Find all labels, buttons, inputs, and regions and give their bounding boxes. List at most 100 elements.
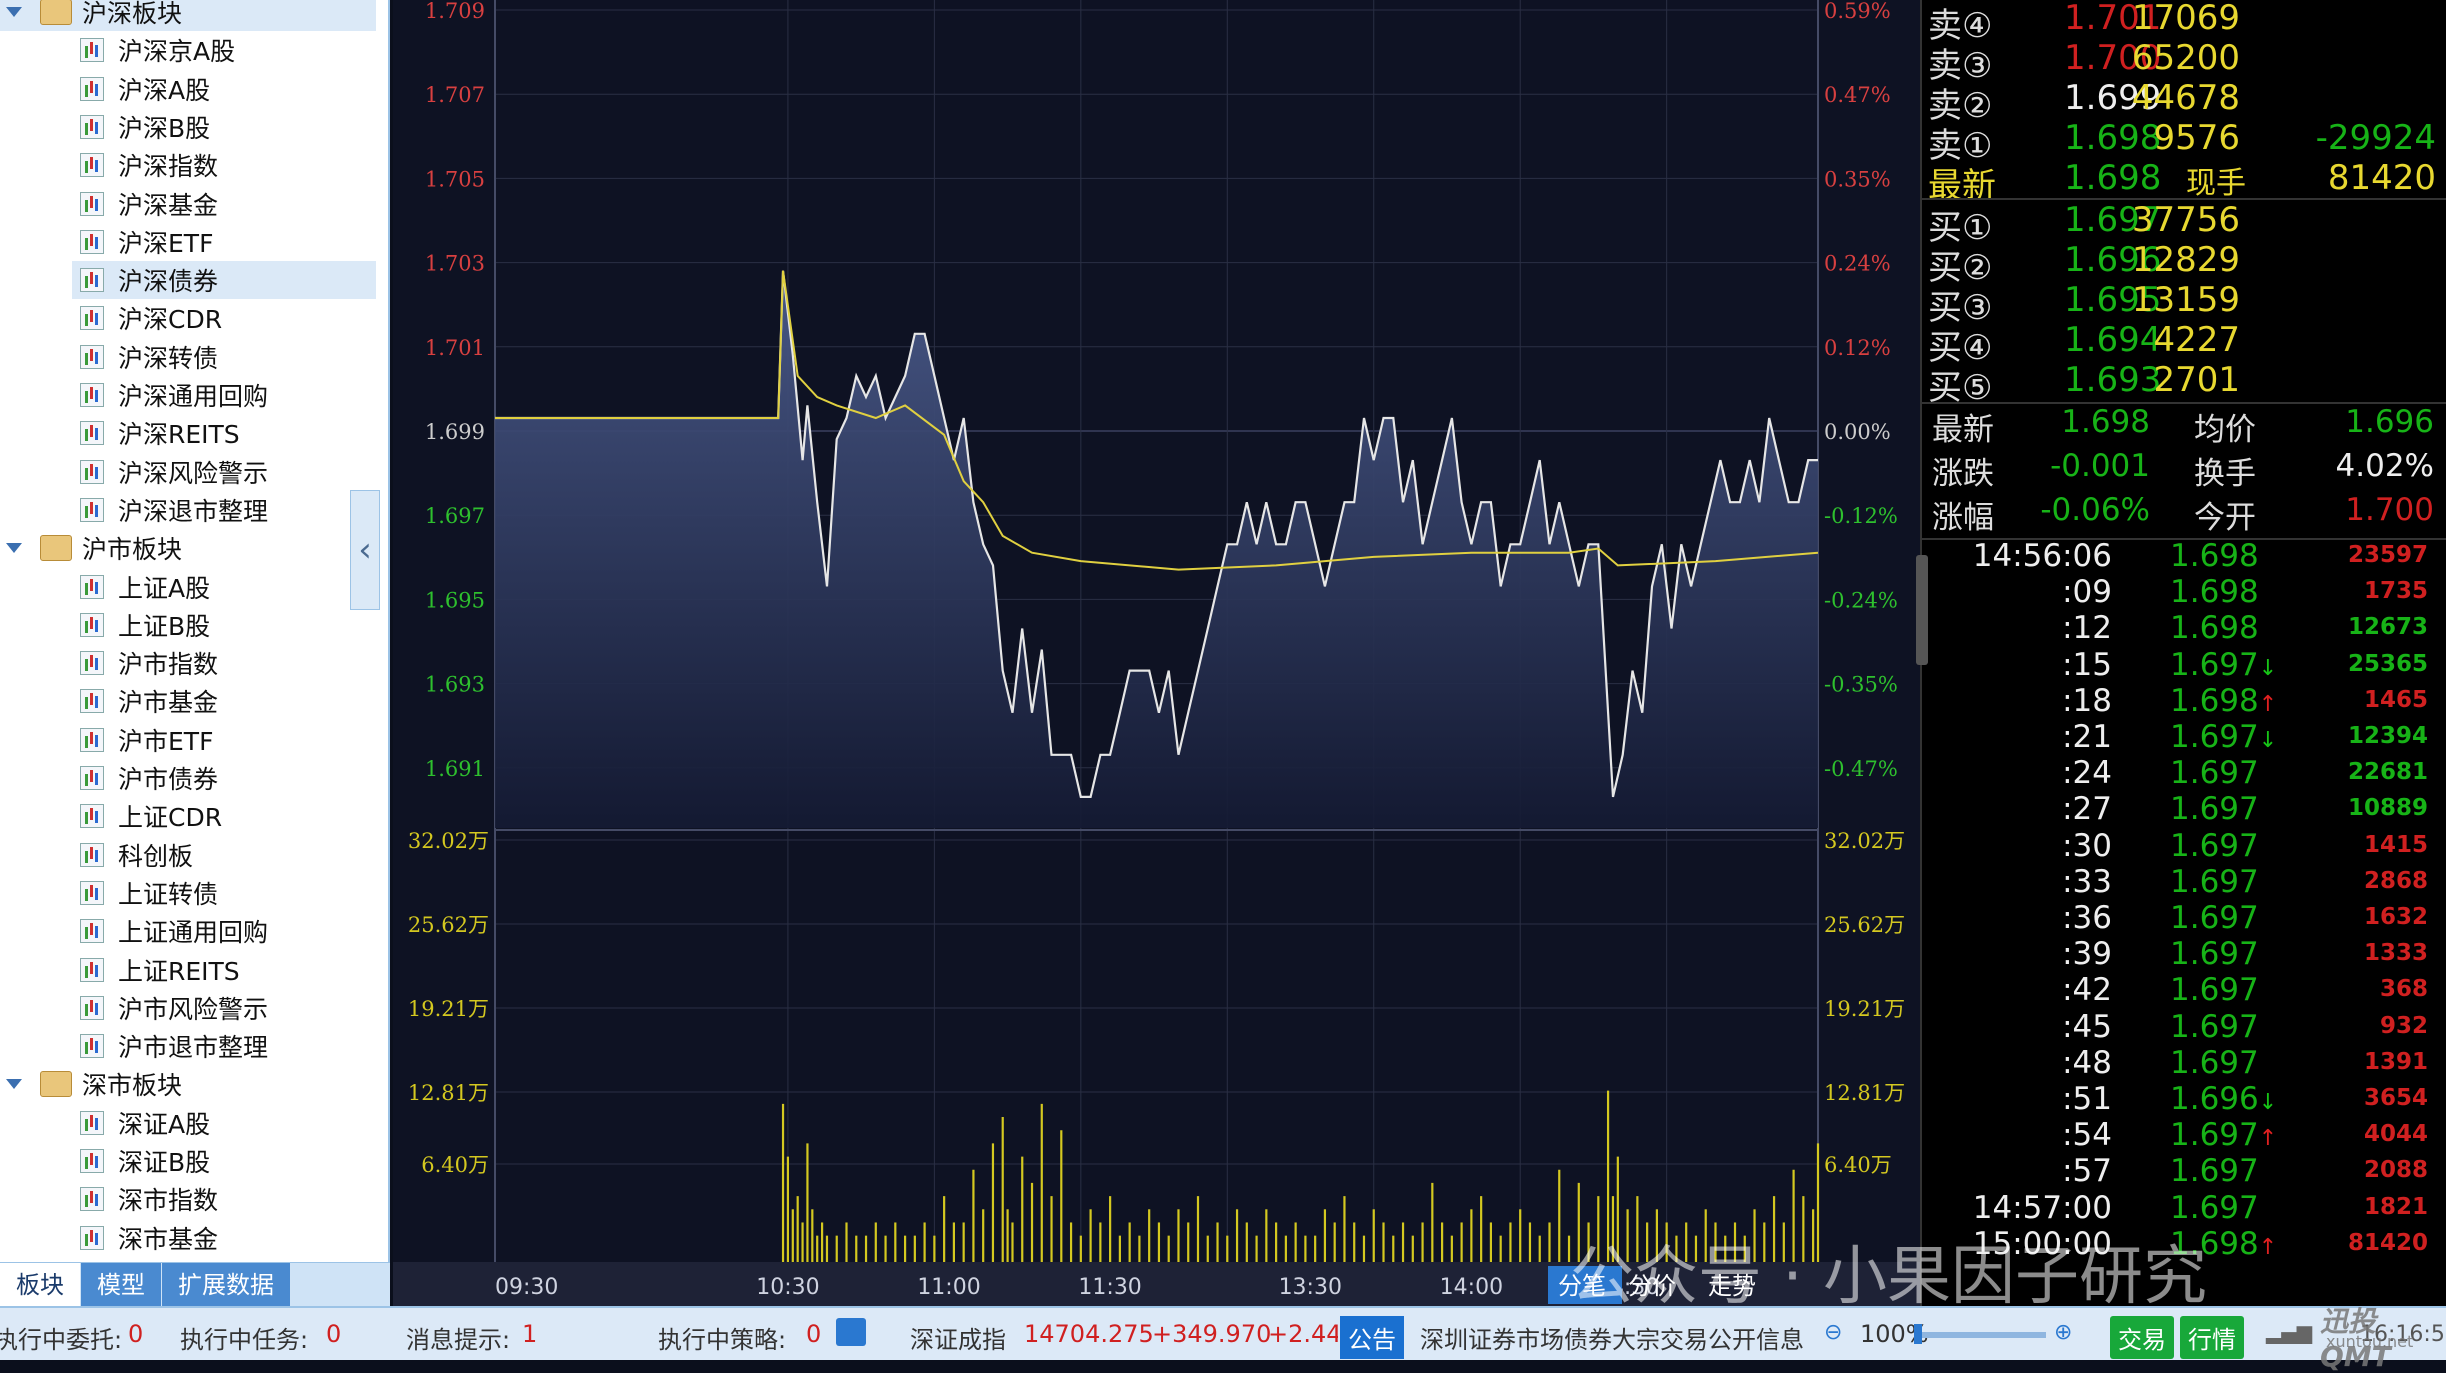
volume-tick-label: 19.21万 <box>408 997 489 1021</box>
zoom-slider-thumb[interactable] <box>1914 1324 1922 1344</box>
tick-price: 1.698 <box>2170 538 2259 574</box>
trade-button[interactable]: 交易 <box>2110 1316 2174 1359</box>
tree-label: 沪深A股 <box>118 75 211 105</box>
tree-item[interactable]: 沪深退市整理 <box>72 491 376 529</box>
time-tick-label: 10:30 <box>756 1275 819 1300</box>
tree-item[interactable]: 深市指数 <box>72 1180 376 1218</box>
tree-item[interactable]: 上证A股 <box>72 568 376 606</box>
tree-item[interactable]: 深证B股 <box>72 1142 376 1180</box>
arrow-up-icon: ↑ <box>2258 691 2278 717</box>
tree-label: 沪市基金 <box>118 688 219 718</box>
bid-volume: 12829 <box>2131 240 2240 280</box>
chart-file-icon <box>80 842 104 867</box>
zoom-out-icon[interactable]: ⊖ <box>1824 1320 1842 1345</box>
price-tick-label: 1.697 <box>425 504 485 528</box>
volume-tick-label: 25.62万 <box>1824 913 1905 937</box>
tree-item[interactable]: 深市基金 <box>72 1219 376 1257</box>
left-tab[interactable]: 板块 <box>0 1263 81 1307</box>
tick-price: 1.697↓ <box>2170 646 2278 683</box>
expand-toggle-icon[interactable] <box>6 1079 22 1090</box>
tree-item[interactable]: 沪市退市整理 <box>72 1027 376 1065</box>
tick-price: 1.697↓ <box>2170 719 2278 755</box>
tree-item[interactable]: 沪市ETF <box>72 721 376 759</box>
tick-price: 1.697 <box>2170 755 2259 792</box>
tree-item[interactable]: 沪深指数 <box>72 146 376 184</box>
bid-price: 1.694 <box>2064 320 2162 360</box>
quote-button[interactable]: 行情 <box>2180 1316 2244 1359</box>
time-tick-label: 11:30 <box>1078 1275 1141 1300</box>
tree-item[interactable]: 上证转债 <box>72 874 376 912</box>
tree-item[interactable]: 科创板 <box>72 836 376 874</box>
current-hand-value: 81420 <box>2327 158 2436 198</box>
tree-item[interactable]: 沪市风险警示 <box>72 989 376 1027</box>
tree-item[interactable]: 沪市债券 <box>72 759 376 797</box>
tree-item[interactable]: 沪深债券 <box>72 261 376 300</box>
side-handle[interactable] <box>1916 555 1928 665</box>
tree-item[interactable]: 上证通用回购 <box>72 912 376 950</box>
tree-label: 沪深B股 <box>118 113 211 143</box>
notice-button[interactable]: 公告 <box>1340 1316 1404 1359</box>
tree-item[interactable]: 沪深CDR <box>72 299 376 337</box>
tree-item[interactable]: 上证REITS <box>72 951 376 989</box>
tree-item[interactable]: 沪深转债 <box>72 338 376 376</box>
stat-label: 最新 <box>1932 412 1994 448</box>
tick-time: :42 <box>2062 972 2112 1009</box>
tree-item[interactable]: 沪深A股 <box>72 70 376 108</box>
orders-label: 执行中委托: <box>0 1326 123 1354</box>
zoom-in-icon[interactable]: ⊕ <box>2054 1320 2072 1345</box>
bid-volume: 37756 <box>2131 200 2240 240</box>
strategy-label: 执行中策略: <box>658 1326 787 1354</box>
price-tick-label: 1.699 <box>425 420 485 444</box>
bid-volume: 4227 <box>2153 320 2240 360</box>
volume-tick-label: 25.62万 <box>408 913 489 937</box>
tree-item[interactable]: 沪深基金 <box>72 185 376 223</box>
tree-item[interactable]: 沪深ETF <box>72 223 376 261</box>
index-change: +349.970 <box>1152 1320 1272 1348</box>
chart-file-icon <box>80 383 104 407</box>
left-tab[interactable]: 模型 <box>81 1263 162 1307</box>
tree-item[interactable]: 深证A股 <box>72 1104 376 1142</box>
expand-toggle-icon[interactable] <box>6 7 22 17</box>
tree-item[interactable]: 沪深京A股 <box>72 31 376 69</box>
tree-item[interactable]: 上证B股 <box>72 606 376 644</box>
folder-icon <box>40 535 72 562</box>
tree-label: 沪市板块 <box>82 535 183 565</box>
notice-text[interactable]: 深圳证券市场债券大宗交易公开信息 <box>1420 1320 1804 1355</box>
chart-file-icon <box>80 1149 104 1173</box>
pct-tick-label: 0.24% <box>1824 252 1891 276</box>
tick-time: :21 <box>2062 719 2112 755</box>
msg-count[interactable]: 1 <box>522 1320 537 1348</box>
tick-volume: 12673 <box>2347 614 2428 641</box>
tree-group[interactable]: 沪市板块 <box>0 529 380 567</box>
tick-volume: 2088 <box>2363 1157 2428 1184</box>
expand-toggle-icon[interactable] <box>6 543 22 554</box>
chart-file-icon <box>80 766 104 790</box>
tick-volume: 25365 <box>2347 650 2428 677</box>
tree-item[interactable]: 沪深风险警示 <box>72 453 376 491</box>
mail-icon[interactable] <box>836 1318 866 1346</box>
bid-volume: 13159 <box>2131 280 2240 320</box>
tree-label: 上证B股 <box>118 611 211 641</box>
tick-price: 1.697 <box>2170 1044 2259 1081</box>
chart-file-icon <box>80 229 104 254</box>
tree-group[interactable]: 深市板块 <box>0 1065 380 1103</box>
chevron-left-icon: ‹ <box>358 530 372 570</box>
left-tab[interactable]: 扩展数据 <box>162 1263 291 1307</box>
folder-icon <box>40 0 72 25</box>
zoom-slider[interactable] <box>1916 1332 2046 1338</box>
tree-item[interactable]: 沪深B股 <box>72 108 376 146</box>
tick-volume: 1465 <box>2363 686 2428 713</box>
chart-svg: 1.709 1.707 1.705 1.703 1.701 1.699 1.697 1.695… <box>393 0 1920 1306</box>
tree-item[interactable]: 沪市指数 <box>72 644 376 682</box>
tick-volume: 22681 <box>2347 759 2428 786</box>
tree-item[interactable]: 沪市基金 <box>72 682 376 720</box>
tree-item[interactable]: 沪深REITS <box>72 414 376 452</box>
intraday-chart[interactable]: 1.709 1.707 1.705 1.703 1.701 1.699 1.697 1.695… <box>393 0 1920 1306</box>
tree-item[interactable]: 上证CDR <box>72 797 376 835</box>
chart-file-icon <box>80 344 104 369</box>
index-value: 14704.275 <box>1024 1320 1154 1348</box>
tick-volume: 1415 <box>2363 831 2428 858</box>
collapse-panel-button[interactable]: ‹ <box>350 490 380 610</box>
tree-group[interactable]: 沪深板块 <box>0 0 376 31</box>
tree-item[interactable]: 沪深通用回购 <box>72 376 376 414</box>
